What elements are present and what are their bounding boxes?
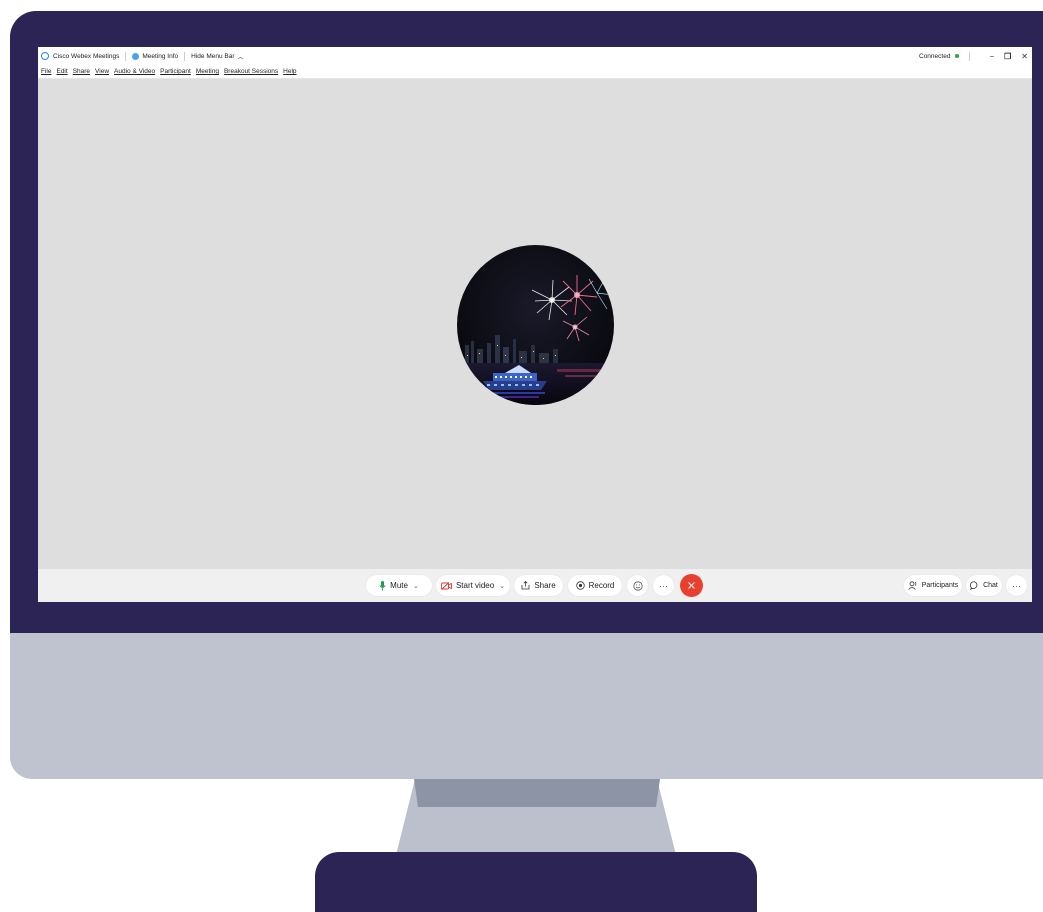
leave-meeting-button[interactable] [680,574,703,597]
close-icon [688,582,695,589]
connection-status: Connected [919,52,951,60]
menu-bar: File Edit Share View Audio & Video Parti… [38,65,1032,79]
menu-edit[interactable]: Edit [56,68,67,75]
title-bar: Cisco Webex Meetings Meeting Info Hide M… [38,47,1032,65]
app-title: Cisco Webex Meetings [53,52,120,60]
chat-label: Chat [983,582,998,589]
more-options-button[interactable]: ··· [653,575,674,596]
webex-window: Cisco Webex Meetings Meeting Info Hide M… [38,47,1032,602]
divider [184,51,186,61]
participants-label: Participants [921,582,959,589]
chevron-down-icon[interactable]: ⌄ [413,582,419,590]
monitor-chin [10,633,1043,779]
share-icon [521,581,530,590]
chat-icon [970,581,979,590]
smiley-icon [632,580,643,591]
close-window-button[interactable]: ✕ [1021,52,1028,61]
meeting-controls-bar: Mute ⌄ Start video ⌄ Share Record ··· Pa… [38,569,1032,602]
fireworks-image [457,245,614,405]
menu-share[interactable]: Share [73,68,90,75]
menu-file[interactable]: File [41,68,51,75]
menu-help[interactable]: Help [283,68,296,75]
reactions-button[interactable] [627,575,648,596]
menu-meeting[interactable]: Meeting [196,68,219,75]
start-video-button[interactable]: Start video ⌄ [436,575,510,596]
menu-breakout-sessions[interactable]: Breakout Sessions [224,68,278,75]
divider [125,51,127,61]
connected-dot-icon [955,54,960,58]
monitor-stand-shadow [414,779,660,807]
monitor-base [315,852,757,912]
share-label: Share [534,581,556,590]
record-icon [575,581,585,590]
participant-avatar [457,245,614,405]
webex-logo-icon [41,52,49,60]
hide-menu-bar-button[interactable]: Hide Menu Bar ︿ [191,52,243,61]
participants-button[interactable]: Participants [904,575,962,596]
more-icon: ··· [1012,580,1021,591]
chevron-down-icon[interactable]: ⌄ [499,582,505,590]
mute-button[interactable]: Mute ⌄ [366,575,432,596]
video-stage [38,79,1032,569]
restore-button[interactable]: ❐ [1004,52,1011,61]
meeting-info-label: Meeting Info [142,52,179,60]
start-video-label: Start video [455,581,495,590]
menu-view[interactable]: View [95,68,109,75]
chat-button[interactable]: Chat [966,575,1002,596]
chevron-up-icon: ︿ [237,54,244,61]
record-label: Record [588,581,615,590]
minimize-button[interactable]: − [989,52,994,61]
share-button[interactable]: Share [514,575,563,596]
menu-participant[interactable]: Participant [160,68,191,75]
divider [969,51,971,61]
mute-label: Mute [390,581,408,590]
more-icon: ··· [659,580,668,591]
hide-menu-bar-label: Hide Menu Bar [191,52,235,60]
microphone-icon [379,580,386,591]
menu-audio-video[interactable]: Audio & Video [114,68,155,75]
info-icon [132,52,140,60]
record-button[interactable]: Record [568,575,622,596]
video-off-icon [440,581,452,590]
participants-icon [907,581,918,590]
panel-more-button[interactable]: ··· [1006,575,1027,596]
meeting-info-button[interactable]: Meeting Info [132,52,179,60]
